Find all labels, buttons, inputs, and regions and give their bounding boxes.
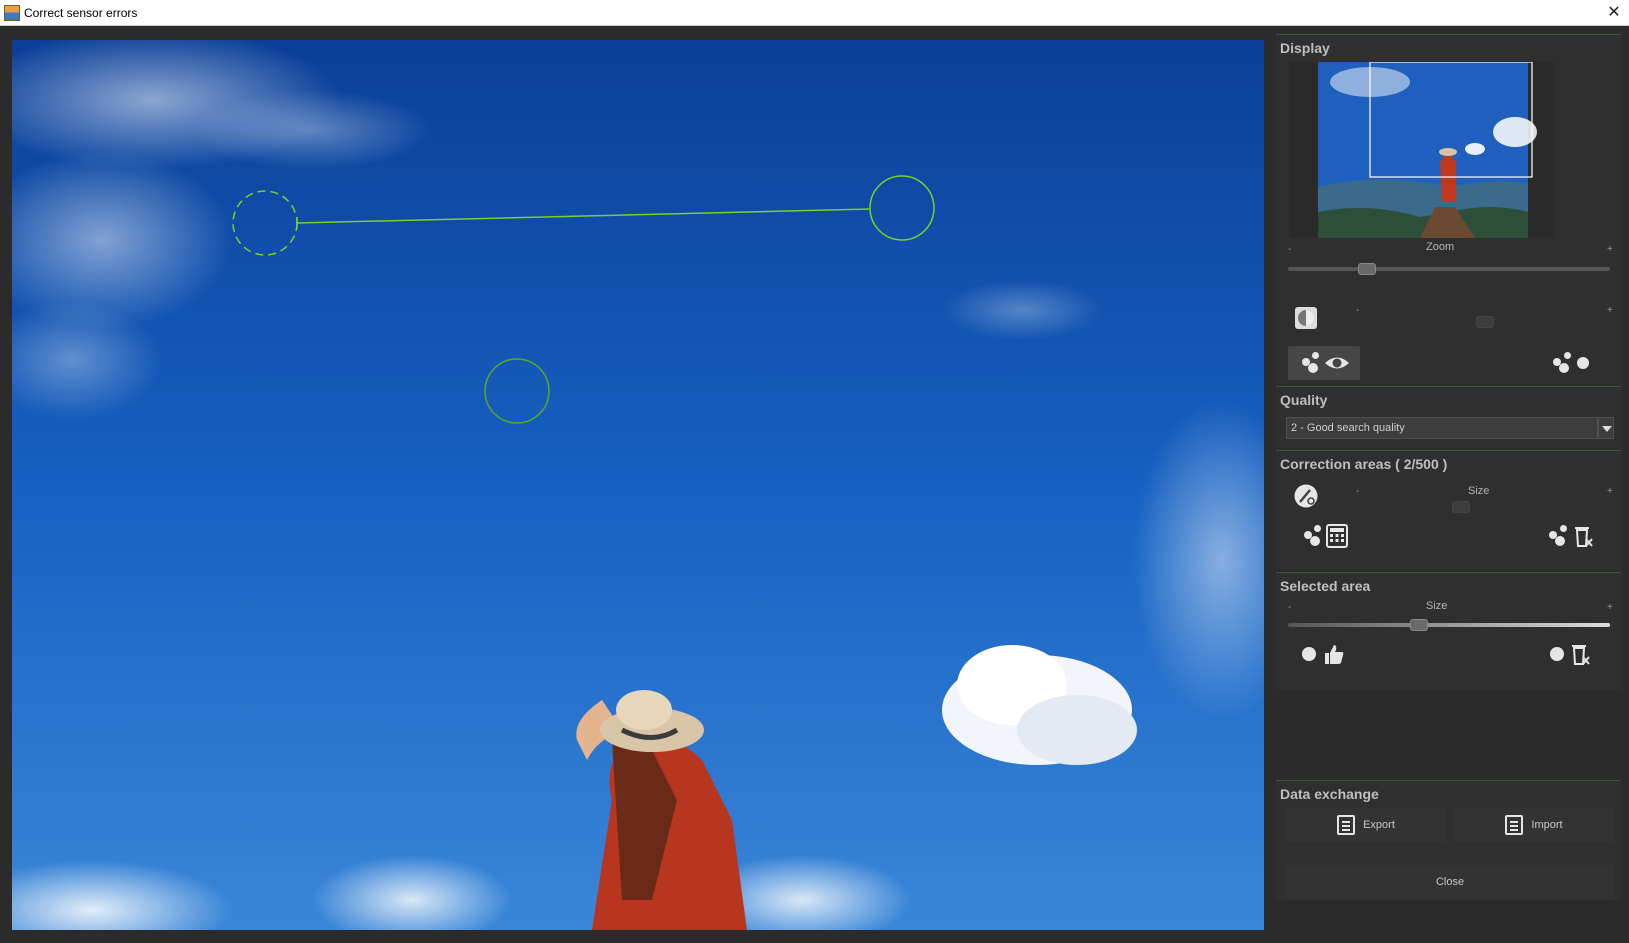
- quality-title: Quality: [1280, 392, 1328, 408]
- trash-icon: [1572, 645, 1590, 665]
- dots-icon: [1300, 525, 1326, 547]
- selected-area-section: Selected area - Size +: [1276, 572, 1621, 690]
- selected-size-minus[interactable]: -: [1288, 602, 1291, 613]
- close-label: Close: [1435, 876, 1465, 888]
- eye-icon: [1325, 357, 1349, 369]
- app-icon: [4, 5, 20, 21]
- close-icon[interactable]: ✕: [1599, 0, 1629, 26]
- export-button[interactable]: Export: [1286, 808, 1446, 842]
- contrast-plus[interactable]: +: [1607, 305, 1613, 316]
- display-section: Display - Zoom + - +: [1276, 34, 1621, 384]
- correction-areas-title: Correction areas ( 2/500 ): [1280, 456, 1448, 472]
- data-exchange-section: Data exchange Export Import Close: [1276, 780, 1621, 900]
- area-size-minus[interactable]: -: [1356, 486, 1359, 497]
- photo-preview[interactable]: [12, 40, 1264, 930]
- dot-icon: [1302, 647, 1316, 661]
- zoom-slider-knob[interactable]: [1357, 263, 1376, 275]
- contrast-slider-knob[interactable]: [1476, 316, 1494, 328]
- quality-dropdown[interactable]: 2 - Good search quality: [1286, 417, 1598, 439]
- close-button[interactable]: Close: [1286, 865, 1614, 899]
- zoom-minus[interactable]: -: [1288, 244, 1291, 255]
- delete-areas-button[interactable]: [1534, 519, 1606, 553]
- brush-icon: [1294, 484, 1318, 508]
- contrast-minus[interactable]: -: [1356, 305, 1359, 316]
- contrast-icon: [1295, 307, 1317, 329]
- selected-size-slider-knob[interactable]: [1409, 619, 1428, 631]
- zoom-slider[interactable]: [1288, 267, 1610, 271]
- import-icon: [1505, 815, 1524, 835]
- dot-icon: [1577, 357, 1589, 369]
- delete-selected-button[interactable]: [1534, 637, 1606, 671]
- selected-size-label: Size: [1426, 600, 1448, 612]
- correction-count: ( 2/500 ): [1395, 456, 1448, 472]
- navigator-thumbnail[interactable]: [1290, 62, 1554, 238]
- zoom-plus[interactable]: +: [1607, 244, 1613, 255]
- zoom-label: Zoom: [1426, 241, 1455, 253]
- panel-spacer: [1276, 692, 1621, 778]
- export-label: Export: [1363, 819, 1395, 831]
- chevron-down-icon[interactable]: [1598, 417, 1614, 439]
- dots-icon: [1298, 352, 1324, 374]
- selected-size-slider[interactable]: [1288, 623, 1610, 627]
- export-icon: [1337, 815, 1356, 835]
- trash-icon: [1575, 527, 1593, 547]
- area-grid-button[interactable]: [1288, 519, 1360, 553]
- show-areas-button[interactable]: [1288, 346, 1360, 380]
- data-exchange-title: Data exchange: [1280, 786, 1379, 802]
- contrast-button[interactable]: [1288, 301, 1324, 335]
- side-panel: Display - Zoom + - + Quality 2 - Good se…: [1276, 34, 1621, 936]
- area-size-slider-knob[interactable]: [1452, 501, 1470, 513]
- import-label: Import: [1531, 819, 1563, 831]
- image-canvas[interactable]: [12, 40, 1264, 930]
- areas-toggle-button[interactable]: [1534, 346, 1606, 380]
- quality-section: Quality 2 - Good search quality: [1276, 386, 1621, 448]
- dots-icon: [1551, 352, 1577, 374]
- import-button[interactable]: Import: [1454, 808, 1614, 842]
- display-title: Display: [1280, 40, 1330, 56]
- thumbs-up-icon: [1325, 645, 1344, 664]
- correction-areas-section: Correction areas ( 2/500 ) - Size +: [1276, 450, 1621, 570]
- area-size-plus[interactable]: +: [1607, 486, 1613, 497]
- dot-icon: [1550, 647, 1564, 661]
- selected-area-title: Selected area: [1280, 578, 1371, 594]
- accept-area-button[interactable]: [1288, 637, 1360, 671]
- calculator-icon: [1326, 524, 1348, 548]
- brush-button[interactable]: [1288, 479, 1324, 513]
- selected-size-plus[interactable]: +: [1607, 602, 1613, 613]
- window-title: Correct sensor errors: [24, 6, 138, 20]
- dots-icon: [1547, 525, 1573, 547]
- area-size-label: Size: [1468, 485, 1490, 497]
- title-bar: Correct sensor errors ✕: [0, 0, 1629, 26]
